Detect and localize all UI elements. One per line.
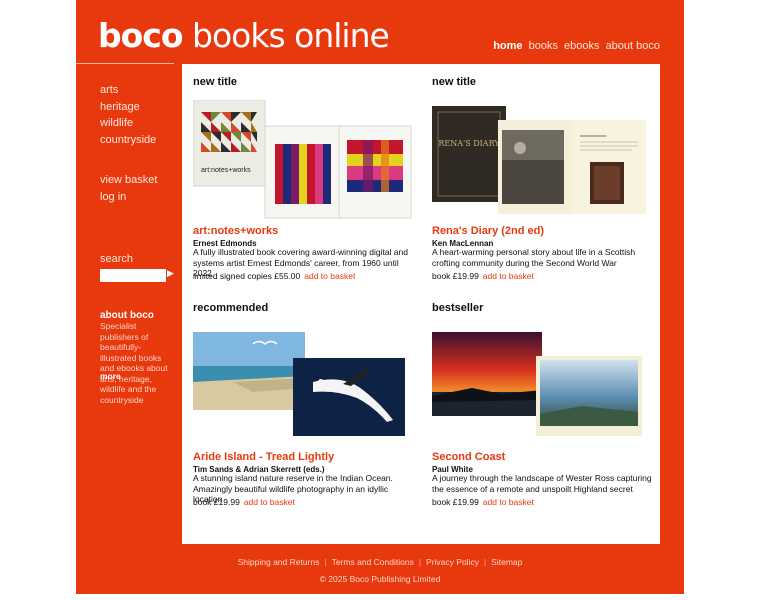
book-card: recommended Aride Island - Tread Lightly… bbox=[193, 290, 419, 516]
sidebar-item-log-in[interactable]: log in bbox=[100, 189, 176, 206]
book-section-label: new title bbox=[193, 76, 238, 88]
book-price: book £19.99 bbox=[432, 271, 479, 281]
sidebar-item-countryside[interactable]: countryside bbox=[100, 132, 176, 149]
footer-separator: | bbox=[483, 557, 487, 567]
copyright-text: © 2025 Boco Publishing Limited bbox=[319, 574, 441, 584]
book-section-label: new title bbox=[432, 76, 477, 88]
book-cover-image[interactable]: RENA'S DIARY bbox=[432, 100, 658, 220]
search-label: search bbox=[100, 253, 134, 265]
svg-text:art:notes+works: art:notes+works bbox=[201, 167, 251, 174]
book-title-link[interactable]: Aride Island - Tread Lightly bbox=[193, 451, 334, 463]
book-cover-image[interactable]: art:notes+works bbox=[192, 99, 419, 220]
add-to-basket-button[interactable]: add to basket bbox=[304, 271, 355, 281]
footer-link-terms[interactable]: Terms and Conditions bbox=[332, 557, 414, 567]
add-to-basket-button[interactable]: add to basket bbox=[244, 497, 295, 507]
footer-link-privacy[interactable]: Privacy Policy bbox=[426, 557, 479, 567]
site-logo[interactable]: boco books online bbox=[98, 16, 390, 56]
sidebar-item-wildlife[interactable]: wildlife bbox=[100, 115, 176, 132]
footer-links: Shipping and Returns | Terms and Condition… bbox=[76, 557, 684, 567]
sidebar-item-view-basket[interactable]: view basket bbox=[100, 172, 176, 189]
book-cover-image[interactable] bbox=[432, 326, 658, 446]
book-cover-image[interactable] bbox=[193, 326, 419, 446]
book-title-link[interactable]: Rena's Diary (2nd ed) bbox=[432, 225, 544, 237]
book-title-link[interactable]: Second Coast bbox=[432, 451, 505, 463]
page-frame: boco books online home books ebooks abou… bbox=[76, 0, 684, 594]
nav-about[interactable]: about boco bbox=[606, 40, 660, 52]
book-card: bestseller Second Coast Paul White A jou… bbox=[432, 290, 658, 516]
book-price-row: limited signed copies £55.00 add to baske… bbox=[193, 271, 355, 281]
logo-underline bbox=[76, 63, 174, 64]
book-card: new title RENA'S DIARY Rena's Diary (2nd… bbox=[432, 64, 658, 290]
nav-home[interactable]: home bbox=[493, 40, 522, 52]
main-content: new title art:notes+works art:notes+work… bbox=[182, 64, 660, 544]
footer-separator: | bbox=[418, 557, 422, 567]
book-price: limited signed copies £55.00 bbox=[193, 271, 301, 281]
logo-light-text: books online bbox=[182, 16, 390, 55]
book-card: new title art:notes+works art:notes+work… bbox=[192, 64, 419, 290]
footer-link-sitemap[interactable]: Sitemap bbox=[491, 557, 522, 567]
footer-separator: | bbox=[324, 557, 327, 567]
add-to-basket-button[interactable]: add to basket bbox=[483, 497, 534, 507]
book-price-row: book £19.99 add to basket bbox=[193, 497, 295, 507]
svg-text:RENA'S DIARY: RENA'S DIARY bbox=[438, 139, 500, 148]
logo-bold-text: boco bbox=[98, 16, 184, 55]
add-to-basket-button[interactable]: add to basket bbox=[483, 271, 534, 281]
book-price: book £19.99 bbox=[432, 497, 479, 507]
book-title-link[interactable]: art:notes+works bbox=[193, 225, 278, 237]
search-input[interactable] bbox=[100, 269, 166, 282]
book-description: A heart-warming personal story about lif… bbox=[432, 247, 636, 268]
book-section-label: recommended bbox=[193, 302, 269, 314]
sidebar-item-arts[interactable]: arts bbox=[100, 82, 176, 99]
book-price: book £19.99 bbox=[193, 497, 240, 507]
nav-ebooks[interactable]: ebooks bbox=[564, 40, 599, 52]
sidebar-nav: arts heritage wildlife countryside view … bbox=[100, 82, 176, 205]
nav-books[interactable]: books bbox=[529, 40, 558, 52]
sidebar-item-heritage[interactable]: heritage bbox=[100, 99, 176, 116]
book-price-row: book £19.99 add to basket bbox=[432, 271, 534, 281]
about-text: Specialist publishers of beautifully-ill… bbox=[100, 321, 168, 405]
book-price-row: book £19.99 add to basket bbox=[432, 497, 534, 507]
book-section-label: bestseller bbox=[432, 302, 484, 314]
book-description: A journey through the landscape of Weste… bbox=[432, 473, 652, 494]
about-more-link[interactable]: more bbox=[100, 371, 121, 381]
search-submit-icon[interactable]: ▶ bbox=[167, 268, 174, 279]
about-heading: about boco bbox=[100, 310, 154, 321]
top-navigation: home books ebooks about boco bbox=[490, 40, 660, 52]
footer-link-shipping[interactable]: Shipping and Returns bbox=[238, 557, 320, 567]
